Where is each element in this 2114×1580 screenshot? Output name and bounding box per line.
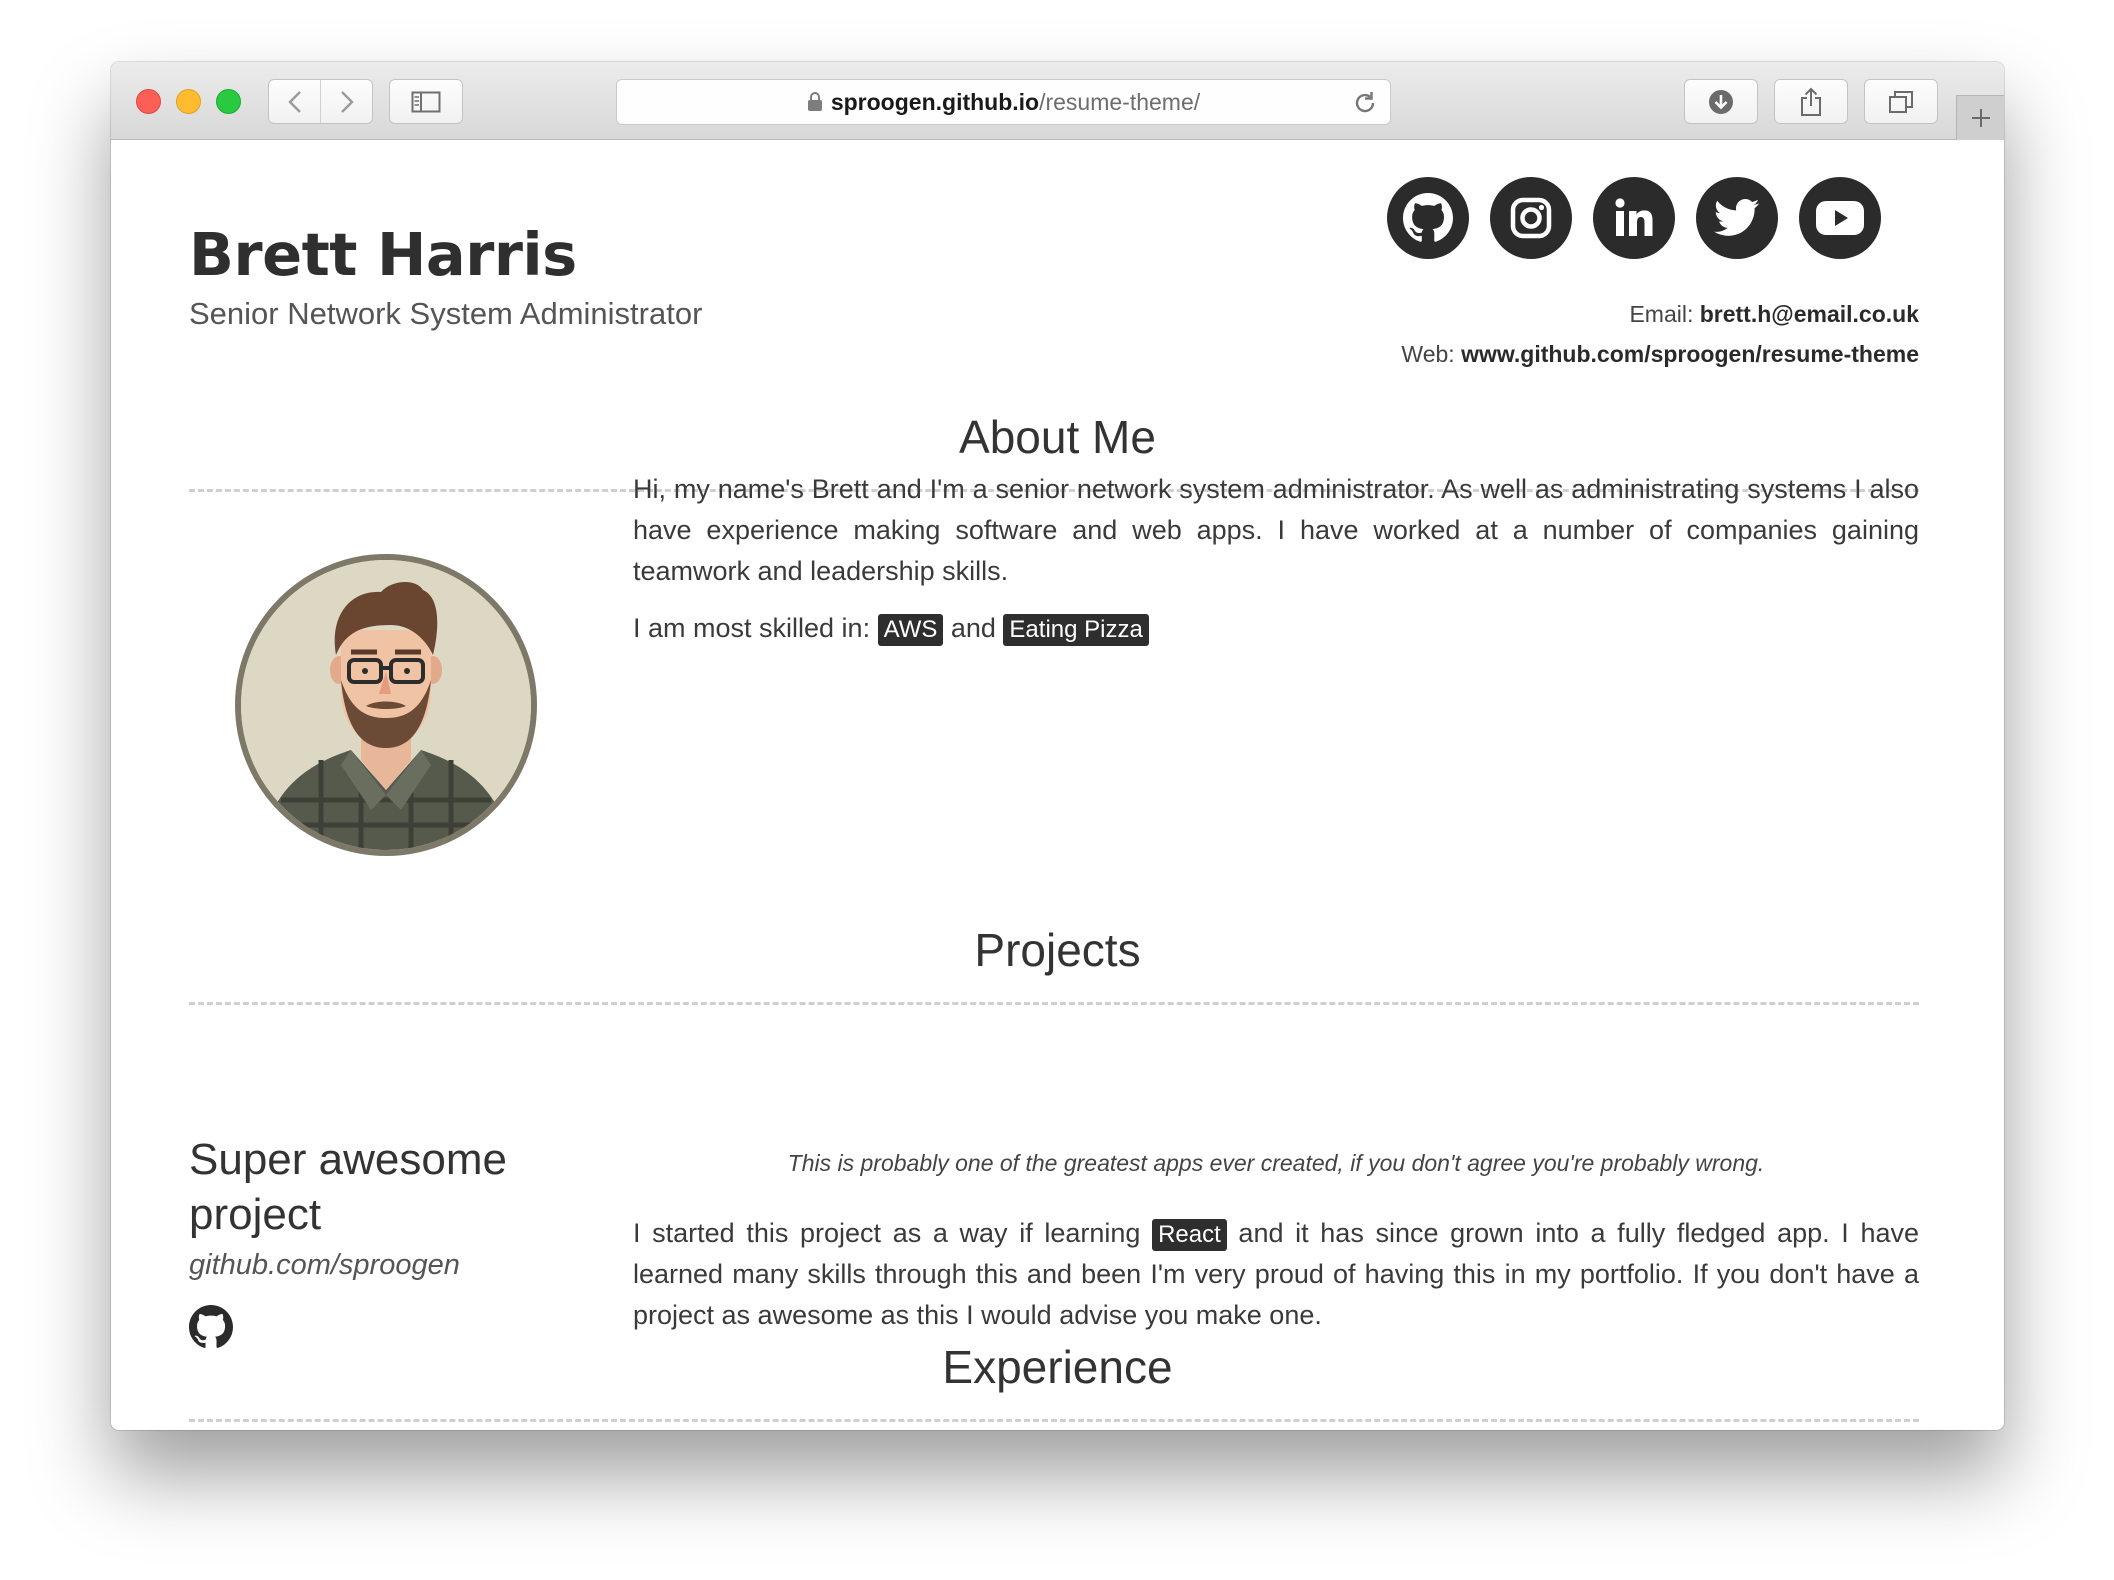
experience-section-title: Experience	[942, 1341, 1173, 1393]
downloads-button[interactable]	[1684, 79, 1758, 124]
about-section-title: About Me	[959, 411, 1156, 463]
lock-icon	[807, 92, 823, 112]
instagram-icon	[1510, 197, 1552, 239]
project-title: Super awesome project	[189, 1135, 507, 1239]
email-label: Email:	[1629, 301, 1700, 327]
github-link[interactable]	[1387, 177, 1469, 259]
new-tab-button[interactable]	[1956, 95, 2004, 140]
skills-prefix: I am most skilled in:	[633, 613, 878, 643]
browser-toolbar: sproogen.github.io/resume-theme/	[111, 62, 2004, 140]
skill-tag: AWS	[877, 614, 944, 646]
address-bar[interactable]: sproogen.github.io/resume-theme/	[616, 79, 1391, 125]
back-button[interactable]	[269, 80, 320, 123]
web-link[interactable]: www.github.com/sproogen/resume-theme	[1461, 341, 1919, 367]
chevron-right-icon	[340, 90, 354, 113]
github-icon	[1403, 193, 1453, 242]
show-tabs-button[interactable]	[1864, 79, 1938, 124]
email-link[interactable]: brett.h@email.co.uk	[1700, 301, 1919, 327]
plus-icon	[1971, 109, 1990, 127]
url-host: sproogen.github.io	[830, 88, 1040, 115]
project-text-1: I started this project as a way if learn…	[633, 1218, 1153, 1248]
avatar-illustration	[241, 560, 531, 850]
projects-divider	[189, 1002, 1919, 1005]
url-path: /resume-theme/	[1039, 88, 1201, 115]
skills-line: I am most skilled in: AWS and Eating Piz…	[633, 608, 1919, 649]
skill-tag: Eating Pizza	[1003, 614, 1149, 646]
screenshot-stage: sproogen.github.io/resume-theme/ Brett H…	[0, 0, 2114, 1580]
project-link[interactable]: github.com/sproogen	[189, 1249, 460, 1282]
twitter-link[interactable]	[1696, 177, 1778, 259]
instagram-link[interactable]	[1490, 177, 1572, 259]
minimize-window-button[interactable]	[176, 89, 201, 114]
project-tag: React	[1152, 1219, 1227, 1251]
sidebar-toggle-button[interactable]	[389, 79, 463, 124]
linkedin-link[interactable]	[1593, 177, 1675, 259]
sidebar-icon	[411, 91, 441, 112]
youtube-icon	[1816, 201, 1864, 235]
reload-icon[interactable]	[1352, 90, 1378, 116]
project-description: I started this project as a way if learn…	[633, 1213, 1919, 1336]
projects-section-title: Projects	[974, 924, 1141, 976]
chevron-left-icon	[287, 90, 301, 113]
history-nav-group	[268, 79, 373, 124]
web-label: Web:	[1401, 341, 1462, 367]
avatar	[235, 554, 537, 856]
skills-join: and	[943, 613, 1004, 643]
about-bio: Hi, my name's Brett and I'm a senior net…	[633, 474, 1919, 586]
project-quote: This is probably one of the greatest app…	[787, 1150, 1765, 1176]
experience-divider	[189, 1419, 1919, 1422]
page-content: Brett Harris Senior Network System Admin…	[111, 140, 2004, 1430]
browser-window: sproogen.github.io/resume-theme/ Brett H…	[111, 62, 2004, 1430]
twitter-icon	[1714, 199, 1760, 236]
person-role: Senior Network System Administrator	[189, 296, 703, 331]
share-icon	[1801, 87, 1821, 116]
linkedin-icon	[1615, 198, 1653, 236]
about-body: Hi, my name's Brett and I'm a senior net…	[633, 469, 1919, 649]
tabs-icon	[1889, 90, 1913, 113]
youtube-link[interactable]	[1799, 177, 1881, 259]
web-line: Web: www.github.com/sproogen/resume-them…	[1401, 334, 1919, 374]
email-line: Email: brett.h@email.co.uk	[1401, 294, 1919, 334]
forward-button[interactable]	[320, 80, 372, 123]
download-icon	[1709, 89, 1733, 114]
person-name: Brett Harris	[189, 220, 577, 289]
contact-info: Email: brett.h@email.co.uk Web: www.gith…	[1401, 294, 1919, 374]
social-links	[1387, 177, 1881, 259]
zoom-window-button[interactable]	[216, 89, 241, 114]
close-window-button[interactable]	[136, 89, 161, 114]
share-button[interactable]	[1774, 79, 1848, 124]
